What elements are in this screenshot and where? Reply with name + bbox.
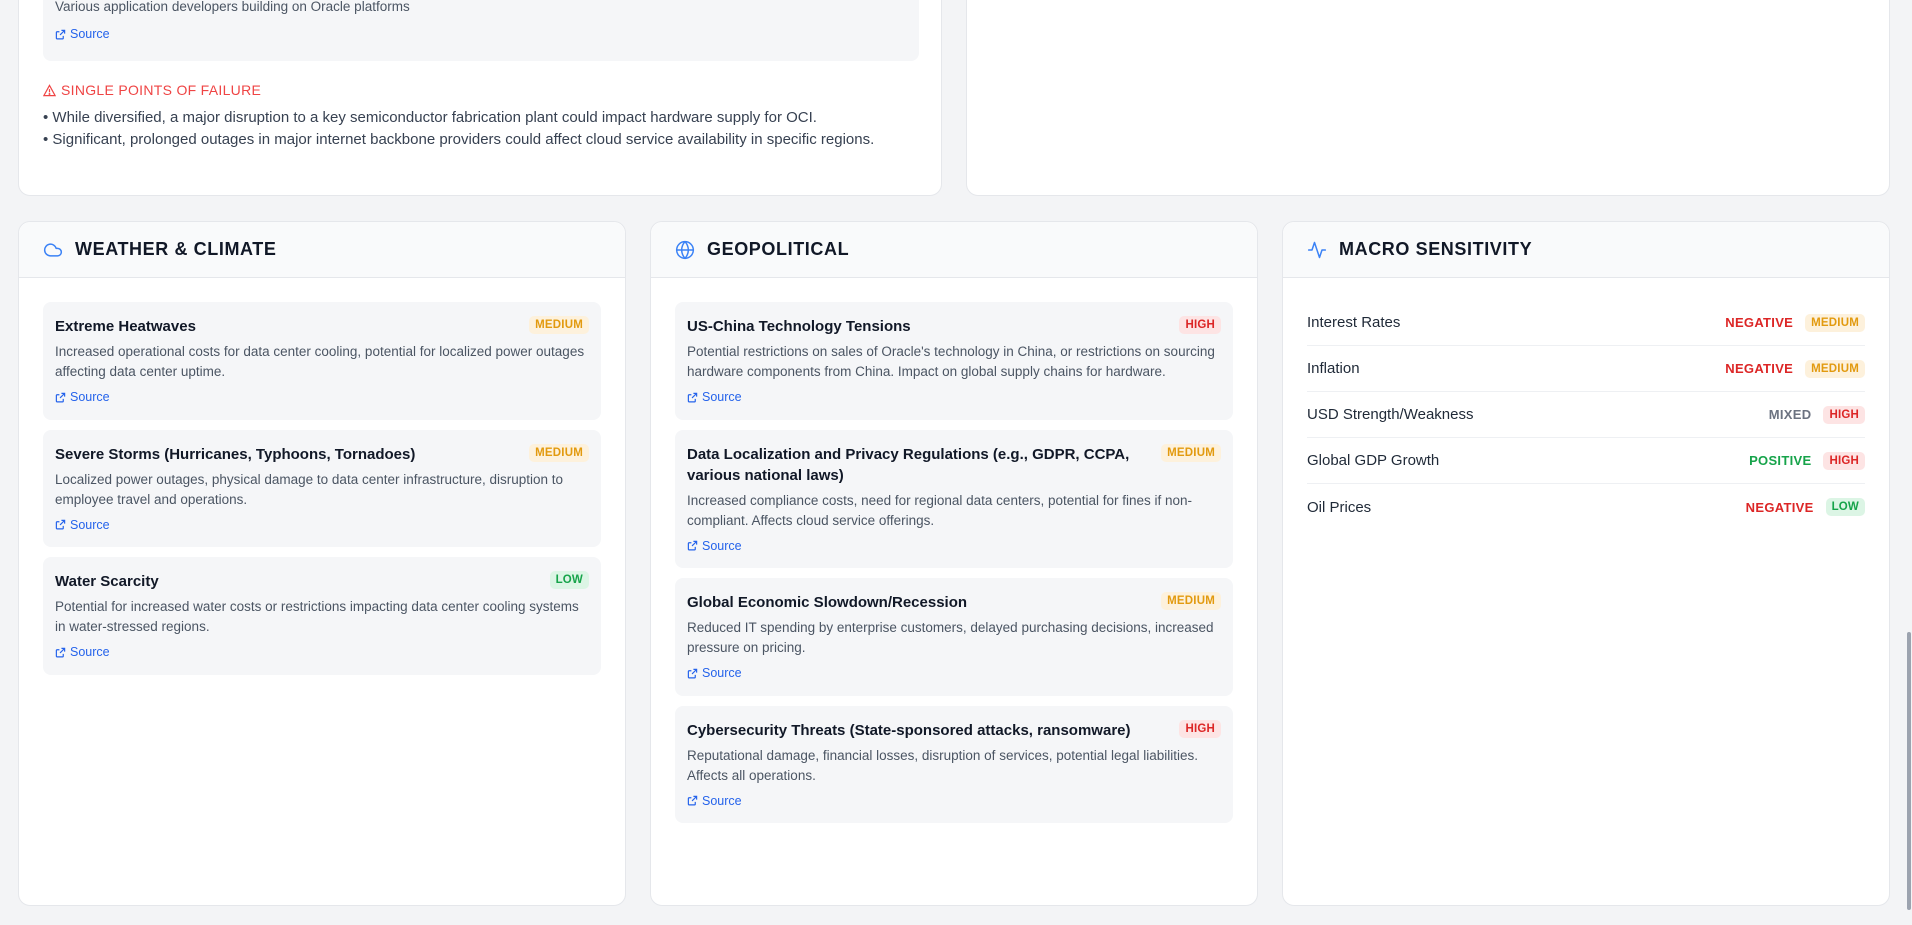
source-label: Source [70, 27, 110, 41]
panel-header: GEOPOLITICAL [651, 222, 1257, 278]
risk-desc: Localized power outages, physical damage… [55, 471, 564, 507]
panel-body: Extreme Heatwaves MEDIUM Increased opera… [19, 278, 625, 675]
macro-label: Inflation [1307, 360, 1360, 377]
severity-badge: MEDIUM [529, 316, 589, 334]
risk-item: Data Localization and Privacy Regulation… [675, 429, 1233, 568]
risk-desc: Reduced IT spending by enterprise custom… [687, 620, 1214, 655]
panel-header: MACRO SENSITIVITY [1283, 222, 1889, 278]
risk-item: Extreme Heatwaves MEDIUM Increased opera… [43, 302, 601, 420]
risk-item: Water Scarcity LOW Potential for increas… [43, 557, 601, 675]
direction-label: NEGATIVE [1725, 361, 1794, 376]
source-link[interactable]: Source [687, 794, 742, 808]
source-link[interactable]: Source [687, 539, 742, 553]
external-link-icon [55, 647, 66, 657]
source-link[interactable]: Source [687, 390, 742, 404]
external-link-icon [55, 519, 66, 530]
severity-badge: MEDIUM [529, 443, 589, 462]
macro-row: Oil Prices NEGATIVE LOW [1307, 484, 1865, 530]
external-link-icon [687, 540, 698, 551]
panel-title: WEATHER & CLIMATE [75, 239, 277, 259]
risk-item: Global Economic Slowdown/Recession MEDIU… [675, 578, 1233, 696]
warning-icon [43, 83, 56, 96]
risk-item: US-China Technology Tensions HIGH Potent… [675, 302, 1233, 420]
spof-item: • While diversified, a major disruption … [43, 109, 817, 126]
partial-list-item: Various application developers building … [43, 0, 919, 61]
macro-row: Global GDP Growth POSITIVE HIGH [1307, 438, 1865, 484]
macro-label: USD Strength/Weakness [1307, 406, 1474, 423]
severity-badge: HIGH [1823, 451, 1865, 470]
spof-list: • While diversified, a major disruption … [43, 107, 903, 151]
panel-header: WEATHER & CLIMATE [19, 222, 625, 278]
external-link-icon [687, 392, 698, 402]
macro-label: Interest Rates [1307, 314, 1401, 331]
severity-badge: HIGH [1179, 316, 1221, 334]
source-link[interactable]: Source [55, 645, 110, 659]
source-link[interactable]: Source [55, 27, 110, 41]
direction-label: NEGATIVE [1725, 315, 1794, 330]
risk-item: Severe Storms (Hurricanes, Typhoons, Tor… [43, 429, 601, 547]
source-link[interactable]: Source [55, 390, 110, 404]
external-link-icon [687, 668, 698, 678]
severity-badge: MEDIUM [1161, 443, 1221, 462]
risk-desc: Increased compliance costs, need for reg… [687, 492, 1193, 528]
external-link-icon [687, 795, 698, 806]
risk-title: US-China Technology Tensions [687, 318, 911, 335]
source-label: Source [702, 793, 742, 808]
direction-label: MIXED [1768, 407, 1812, 422]
panel-body: US-China Technology Tensions HIGH Potent… [651, 278, 1257, 823]
source-link[interactable]: Source [687, 666, 742, 680]
source-label: Source [70, 645, 110, 659]
source-label: Source [702, 390, 742, 404]
risk-title: Extreme Heatwaves [55, 318, 196, 335]
risk-title: Global Economic Slowdown/Recession [687, 594, 968, 611]
severity-badge: MEDIUM [1161, 592, 1221, 610]
external-link-icon [55, 29, 66, 39]
top-right-card [966, 0, 1890, 196]
severity-badge: HIGH [1823, 405, 1865, 424]
spof-title-text: SINGLE POINTS OF FAILURE [61, 82, 262, 98]
risk-desc: Potential for increased water costs or r… [55, 599, 579, 634]
source-label: Source [702, 666, 742, 680]
severity-badge: MEDIUM [1805, 359, 1865, 378]
risk-item: Cybersecurity Threats (State-sponsored a… [675, 705, 1233, 823]
macro-label: Global GDP Growth [1307, 452, 1440, 469]
scrollbar-thumb[interactable] [1907, 632, 1911, 910]
source-label: Source [70, 517, 110, 532]
cloud-icon [43, 240, 63, 260]
panel-title: GEOPOLITICAL [707, 239, 850, 259]
geopolitical-panel: GEOPOLITICAL US-China Technology Tension… [650, 221, 1258, 906]
macro-label: Oil Prices [1307, 498, 1372, 516]
weather-climate-panel: WEATHER & CLIMATE Extreme Heatwaves MEDI… [18, 221, 626, 906]
external-link-icon [55, 392, 66, 402]
source-label: Source [702, 538, 742, 553]
risk-desc: Increased operational costs for data cen… [55, 344, 585, 379]
risk-title: Severe Storms (Hurricanes, Typhoons, Tor… [55, 445, 416, 463]
supply-chain-card: Various application developers building … [18, 0, 942, 196]
direction-label: POSITIVE [1749, 453, 1812, 468]
risk-title: Data Localization and Privacy Regulation… [687, 445, 1130, 484]
macro-row: Inflation NEGATIVE MEDIUM [1307, 346, 1865, 392]
globe-icon [675, 240, 695, 260]
risk-title: Water Scarcity [55, 573, 159, 590]
macro-row: Interest Rates NEGATIVE MEDIUM [1307, 300, 1865, 346]
severity-badge: MEDIUM [1805, 313, 1865, 332]
macro-sensitivity-panel: MACRO SENSITIVITY Interest Rates NEGATIV… [1282, 221, 1890, 906]
panel-title: MACRO SENSITIVITY [1339, 239, 1533, 259]
severity-badge: HIGH [1179, 719, 1221, 738]
activity-icon [1307, 240, 1327, 260]
severity-badge: LOW [1825, 498, 1865, 516]
partial-item-desc: Various application developers building … [55, 0, 410, 14]
source-link[interactable]: Source [55, 518, 110, 532]
panel-body: Interest Rates NEGATIVE MEDIUM Inflation… [1283, 278, 1889, 530]
risk-desc: Potential restrictions on sales of Oracl… [687, 344, 1215, 379]
macro-row: USD Strength/Weakness MIXED HIGH [1307, 392, 1865, 438]
risk-title: Cybersecurity Threats (State-sponsored a… [687, 721, 1131, 739]
direction-label: NEGATIVE [1745, 499, 1814, 515]
spof-item: • Significant, prolonged outages in majo… [43, 131, 875, 148]
spof-title: SINGLE POINTS OF FAILURE [43, 82, 261, 98]
risk-desc: Reputational damage, financial losses, d… [687, 747, 1199, 783]
severity-badge: LOW [549, 571, 589, 589]
source-label: Source [70, 390, 110, 404]
